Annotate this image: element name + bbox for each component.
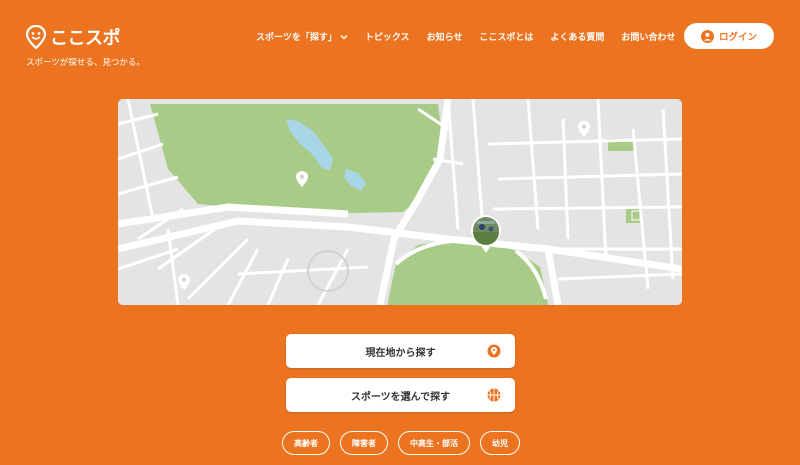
nav-item-label: お知らせ [426,33,463,43]
nav-item-search-sports[interactable]: スポーツを「探す」 [256,30,348,43]
nav-item-label: トピックス [364,33,410,43]
brand-name: ここスポ [50,28,121,49]
location-pin-icon [487,344,501,358]
nav-item-topics[interactable]: トピックス [365,30,410,43]
tag-elderly[interactable]: 高齢者 [282,431,330,455]
nav-item-label: よくある質問 [550,33,605,43]
user-icon [700,29,714,43]
main-nav: スポーツを「探す」 トピックス お知らせ ここスポとは よくある質問 お問い合わ… [256,30,692,43]
nav-item-about[interactable]: ここスポとは [479,30,533,43]
map[interactable] [118,99,682,305]
login-button[interactable]: ログイン [684,23,774,49]
tag-disabled[interactable]: 障害者 [340,431,388,455]
search-by-sport-button[interactable]: スポーツを選んで探す [286,378,515,412]
location-pin-face-icon [26,25,46,49]
nav-item-contact[interactable]: お問い合わせ [621,30,675,43]
nav-item-label: ここスポとは [479,33,534,43]
search-from-location-button[interactable]: 現在地から探す [286,334,515,368]
site-logo[interactable]: ここスポ [26,24,121,50]
chevron-down-icon [340,34,348,39]
map-canvas [118,99,682,305]
nav-item-news[interactable]: お知らせ [427,30,463,43]
tag-toddlers[interactable]: 幼児 [480,431,520,455]
nav-item-label: スポーツを「探す」 [256,33,337,43]
nav-item-faq[interactable]: よくある質問 [550,30,604,43]
search-by-sport-label: スポーツを選んで探す [350,391,451,403]
category-tags: 高齢者 障害者 中高生・部活 幼児 [282,431,520,455]
brand-tagline: スポーツが探せる、見つかる。 [26,58,145,68]
login-label: ログイン [718,32,757,43]
basketball-icon [487,388,501,402]
tag-students-clubs[interactable]: 中高生・部活 [398,431,470,455]
search-from-location-label: 現在地から探す [365,347,436,359]
map-park [150,104,443,214]
nav-item-label: お問い合わせ [621,33,676,43]
